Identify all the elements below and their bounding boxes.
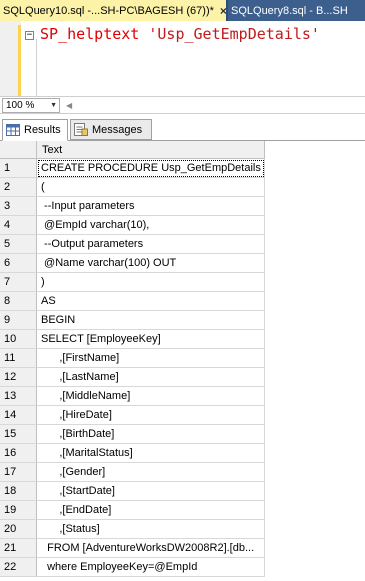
table-cell[interactable]: ( (37, 178, 265, 197)
table-cell[interactable]: ,[StartDate] (37, 482, 265, 501)
table-row[interactable]: 1 CREATE PROCEDURE Usp_GetEmpDetails (0, 159, 265, 178)
row-number[interactable]: 13 (0, 387, 37, 406)
document-tab-strip: SQLQuery10.sql -...SH-PC\BAGESH (67))* ×… (0, 0, 365, 21)
zoom-dropdown[interactable]: 100 % ▼ (2, 97, 60, 113)
tab-sqlquery10[interactable]: SQLQuery10.sql -...SH-PC\BAGESH (67))* × (0, 0, 226, 21)
row-number[interactable]: 16 (0, 444, 37, 463)
row-number[interactable]: 2 (0, 178, 37, 197)
tab-messages-label: Messages (92, 123, 143, 136)
table-cell[interactable]: BEGIN (37, 311, 265, 330)
row-number[interactable]: 11 (0, 349, 37, 368)
tab-results[interactable]: Results (2, 119, 68, 141)
row-number[interactable]: 5 (0, 235, 37, 254)
fold-guide-line (36, 39, 37, 96)
table-cell[interactable]: @EmpId varchar(10), (37, 216, 265, 235)
row-number[interactable]: 10 (0, 330, 37, 349)
table-row[interactable]: 8 AS (0, 292, 265, 311)
grid-header: Text (0, 141, 265, 159)
table-row[interactable]: 22 where EmployeeKey=@EmpId (0, 558, 265, 577)
tab-sqlquery8[interactable]: SQLQuery8.sql - B...SH (228, 0, 365, 21)
messages-icon (74, 123, 88, 136)
code-string: 'Usp_GetEmpDetails' (148, 25, 320, 43)
row-number[interactable]: 3 (0, 197, 37, 216)
table-cell[interactable]: @Name varchar(100) OUT (37, 254, 265, 273)
result-tabs: Results Messages (0, 117, 365, 141)
table-row[interactable]: 11 ,[FirstName] (0, 349, 265, 368)
table-row[interactable]: 15 ,[BirthDate] (0, 425, 265, 444)
results-grid[interactable]: Text 1 CREATE PROCEDURE Usp_GetEmpDetails… (0, 141, 365, 581)
row-number[interactable]: 9 (0, 311, 37, 330)
row-number[interactable]: 14 (0, 406, 37, 425)
table-row[interactable]: 5 --Output parameters (0, 235, 265, 254)
chevron-down-icon: ▼ (50, 101, 57, 109)
row-number[interactable]: 6 (0, 254, 37, 273)
table-row[interactable]: 20 ,[Status] (0, 520, 265, 539)
table-row[interactable]: 4 @EmpId varchar(10), (0, 216, 265, 235)
row-number[interactable]: 18 (0, 482, 37, 501)
zoom-value: 100 % (6, 99, 35, 111)
table-cell[interactable]: ,[BirthDate] (37, 425, 265, 444)
table-cell[interactable]: ,[EndDate] (37, 501, 265, 520)
table-cell[interactable]: ,[HireDate] (37, 406, 265, 425)
row-number[interactable]: 20 (0, 520, 37, 539)
table-row[interactable]: 10 SELECT [EmployeeKey] (0, 330, 265, 349)
scroll-left-icon[interactable]: ◀ (66, 101, 72, 110)
close-tab-icon[interactable]: × (220, 4, 226, 18)
table-row[interactable]: 9 BEGIN (0, 311, 265, 330)
grid-icon (6, 124, 20, 136)
table-row[interactable]: 12 ,[LastName] (0, 368, 265, 387)
table-cell[interactable]: ,[Status] (37, 520, 265, 539)
table-row[interactable]: 13 ,[MiddleName] (0, 387, 265, 406)
table-row[interactable]: 16 ,[MaritalStatus] (0, 444, 265, 463)
change-indicator-bar (18, 25, 21, 96)
row-number[interactable]: 22 (0, 558, 37, 577)
tab-label: SQLQuery10.sql -...SH-PC\BAGESH (67))* (3, 4, 214, 17)
table-cell[interactable]: ,[LastName] (37, 368, 265, 387)
tab-messages[interactable]: Messages (70, 119, 152, 140)
table-row[interactable]: 18 ,[StartDate] (0, 482, 265, 501)
table-row[interactable]: 17 ,[Gender] (0, 463, 265, 482)
table-row[interactable]: 19 ,[EndDate] (0, 501, 265, 520)
table-cell[interactable]: ,[MaritalStatus] (37, 444, 265, 463)
table-cell[interactable]: --Input parameters (37, 197, 265, 216)
row-number[interactable]: 8 (0, 292, 37, 311)
row-number[interactable]: 1 (0, 159, 37, 178)
row-number[interactable]: 7 (0, 273, 37, 292)
table-row[interactable]: 3 --Input parameters (0, 197, 265, 216)
table-cell[interactable]: ,[MiddleName] (37, 387, 265, 406)
row-number[interactable]: 17 (0, 463, 37, 482)
table-cell[interactable]: SELECT [EmployeeKey] (37, 330, 265, 349)
tab-results-label: Results (24, 124, 61, 136)
grid-corner[interactable] (0, 141, 37, 159)
row-number[interactable]: 19 (0, 501, 37, 520)
table-cell[interactable]: ,[FirstName] (37, 349, 265, 368)
table-cell[interactable]: AS (37, 292, 265, 311)
table-row[interactable]: 7) (0, 273, 265, 292)
code-keyword: SP_helptext (40, 25, 140, 43)
table-cell[interactable]: --Output parameters (37, 235, 265, 254)
query-editor[interactable]: − SP_helptext 'Usp_GetEmpDetails' (0, 21, 365, 97)
zoom-bar: 100 % ▼ ◀ (0, 97, 365, 114)
table-row[interactable]: 21 FROM [AdventureWorksDW2008R2].[db... (0, 539, 265, 558)
grid-rows: 1 CREATE PROCEDURE Usp_GetEmpDetails 2(3 -… (0, 159, 265, 577)
table-cell[interactable]: FROM [AdventureWorksDW2008R2].[db... (37, 539, 265, 558)
table-cell[interactable]: ) (37, 273, 265, 292)
table-row[interactable]: 6 @Name varchar(100) OUT (0, 254, 265, 273)
code-line-1[interactable]: SP_helptext 'Usp_GetEmpDetails' (40, 25, 320, 43)
table-cell[interactable]: CREATE PROCEDURE Usp_GetEmpDetails (37, 159, 265, 178)
table-row[interactable]: 2( (0, 178, 265, 197)
row-number[interactable]: 15 (0, 425, 37, 444)
row-number[interactable]: 21 (0, 539, 37, 558)
row-number[interactable]: 4 (0, 216, 37, 235)
table-cell[interactable]: where EmployeeKey=@EmpId (37, 558, 265, 577)
table-cell[interactable]: ,[Gender] (37, 463, 265, 482)
row-number[interactable]: 12 (0, 368, 37, 387)
collapse-icon[interactable]: − (25, 31, 34, 40)
tab-label: SQLQuery8.sql - B...SH (231, 4, 348, 17)
table-row[interactable]: 14 ,[HireDate] (0, 406, 265, 425)
column-header-text[interactable]: Text (37, 141, 265, 159)
